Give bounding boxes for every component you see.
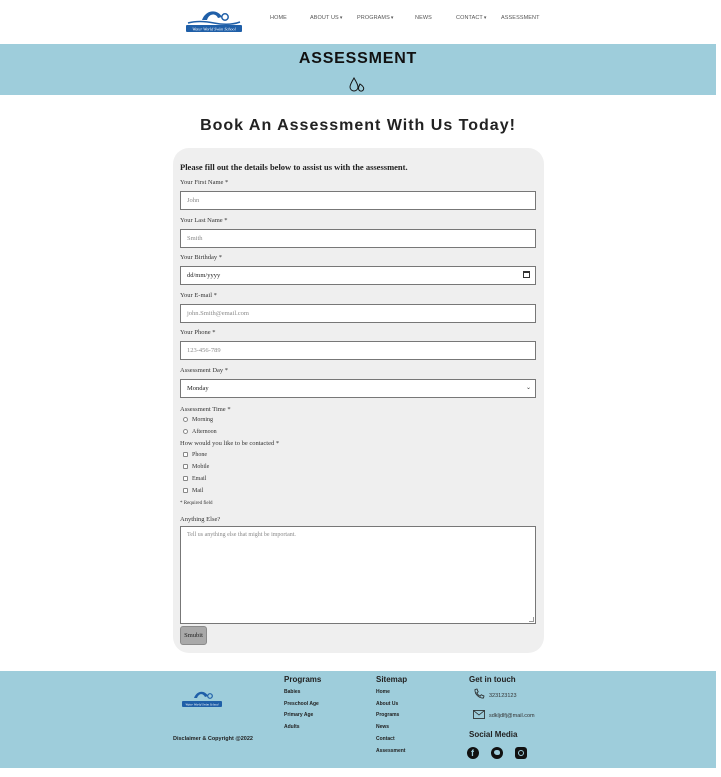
- twitter-icon[interactable]: [491, 747, 503, 759]
- nav-programs[interactable]: PROGRAMS▾: [357, 15, 394, 21]
- contact-method-label: How would you like to be contacted *: [180, 440, 280, 447]
- first-name-input[interactable]: John: [180, 191, 536, 210]
- last-name-label: Your Last Name *: [180, 217, 228, 224]
- social-media-heading: Social Media: [469, 730, 518, 739]
- checkbox-mail[interactable]: Mail: [183, 488, 203, 494]
- section-heading: Book An Assessment With Us Today!: [200, 117, 516, 134]
- last-name-input[interactable]: Smith: [180, 229, 536, 248]
- programs-heading: Programs: [284, 675, 322, 684]
- instagram-icon[interactable]: [515, 747, 527, 759]
- contact-email[interactable]: sdkljdlfj@mail.com: [489, 713, 535, 719]
- checkbox-phone[interactable]: Phone: [183, 452, 207, 458]
- chevron-down-icon: ▾: [339, 15, 343, 21]
- anything-else-label: Anything Else?: [180, 516, 221, 523]
- nav-assessment[interactable]: ASSESSMENT: [501, 15, 540, 21]
- email-label: Your E-mail *: [180, 292, 217, 299]
- page-title: ASSESSMENT: [298, 50, 418, 67]
- get-in-touch-heading: Get in touch: [469, 675, 516, 684]
- assessment-day-label: Assessment Day *: [180, 367, 229, 374]
- footer-link-preschool[interactable]: Preschool Age: [284, 701, 319, 707]
- facebook-icon[interactable]: f: [467, 747, 479, 759]
- nav-about-us[interactable]: ABOUT US▾: [310, 15, 342, 21]
- phone-field[interactable]: 123-456-789: [180, 341, 536, 360]
- checkbox-email[interactable]: Email: [183, 476, 206, 482]
- top-nav: Water World Swim School HOME ABOUT US▾ P…: [0, 0, 721, 44]
- footer-logo[interactable]: Water World Swim School: [180, 689, 224, 709]
- nav-home[interactable]: HOME: [270, 15, 287, 21]
- checkbox-mobile[interactable]: Mobile: [183, 464, 209, 470]
- footer-link-about[interactable]: About Us: [376, 701, 398, 707]
- logo-text: Water World Swim School: [192, 27, 236, 32]
- form-intro: Please fill out the details below to ass…: [180, 162, 408, 172]
- nav-contact[interactable]: CONTACT▾: [456, 15, 487, 21]
- resize-handle-icon[interactable]: [529, 617, 534, 622]
- anything-else-textarea[interactable]: Tell us anything else that might be impo…: [180, 526, 536, 624]
- radio-morning[interactable]: Morning: [183, 417, 213, 423]
- page-banner: ASSESSMENT: [0, 44, 716, 95]
- nav-news[interactable]: NEWS: [415, 15, 432, 21]
- sitemap-heading: Sitemap: [376, 675, 408, 684]
- swim-school-logo[interactable]: Water World Swim School: [184, 7, 244, 35]
- water-drops-icon: [349, 77, 365, 92]
- footer-link-babies[interactable]: Babies: [284, 689, 300, 695]
- footer-link-adults[interactable]: Adults: [284, 724, 300, 730]
- footer-link-news[interactable]: News: [376, 724, 389, 730]
- radio-button[interactable]: [183, 417, 188, 423]
- contact-phone[interactable]: 323123123: [489, 693, 517, 699]
- copyright-text: Disclaimer & Copyright @2022: [173, 736, 253, 742]
- phone-icon: [474, 688, 485, 699]
- assessment-time-label: Assessment Time *: [180, 406, 231, 413]
- checkbox[interactable]: [183, 488, 188, 494]
- chevron-down-icon: ▾: [483, 15, 487, 21]
- footer-link-contact[interactable]: Contact: [376, 736, 395, 742]
- footer-link-assessment[interactable]: Assessment: [376, 748, 405, 754]
- phone-label: Your Phone *: [180, 329, 216, 336]
- checkbox[interactable]: [183, 464, 188, 470]
- footer: Water World Swim School Disclaimer & Cop…: [0, 671, 716, 768]
- chevron-down-icon: ⌄: [525, 385, 531, 391]
- assessment-day-select[interactable]: Monday ⌄: [180, 379, 536, 398]
- email-field[interactable]: john.Smith@email.com: [180, 304, 536, 323]
- footer-link-home[interactable]: Home: [376, 689, 390, 695]
- footer-link-programs[interactable]: Programs: [376, 712, 399, 718]
- first-name-label: Your First Name *: [180, 179, 229, 186]
- birthday-label: Your Birthday *: [180, 254, 222, 261]
- birthday-date-input[interactable]: dd/mm/yyyy: [180, 266, 536, 285]
- checkbox[interactable]: [183, 476, 188, 482]
- submit-button[interactable]: Smubit: [180, 626, 207, 645]
- checkbox[interactable]: [183, 452, 188, 458]
- required-field-note: * Required field: [180, 501, 213, 506]
- radio-button[interactable]: [183, 429, 188, 435]
- footer-link-primary[interactable]: Primary Age: [284, 712, 313, 718]
- chevron-down-icon: ▾: [390, 15, 394, 21]
- envelope-icon: [473, 710, 485, 719]
- footer-logo-text: Water World Swim School: [185, 702, 218, 706]
- calendar-icon[interactable]: [523, 271, 530, 278]
- radio-afternoon[interactable]: Afternoon: [183, 429, 217, 435]
